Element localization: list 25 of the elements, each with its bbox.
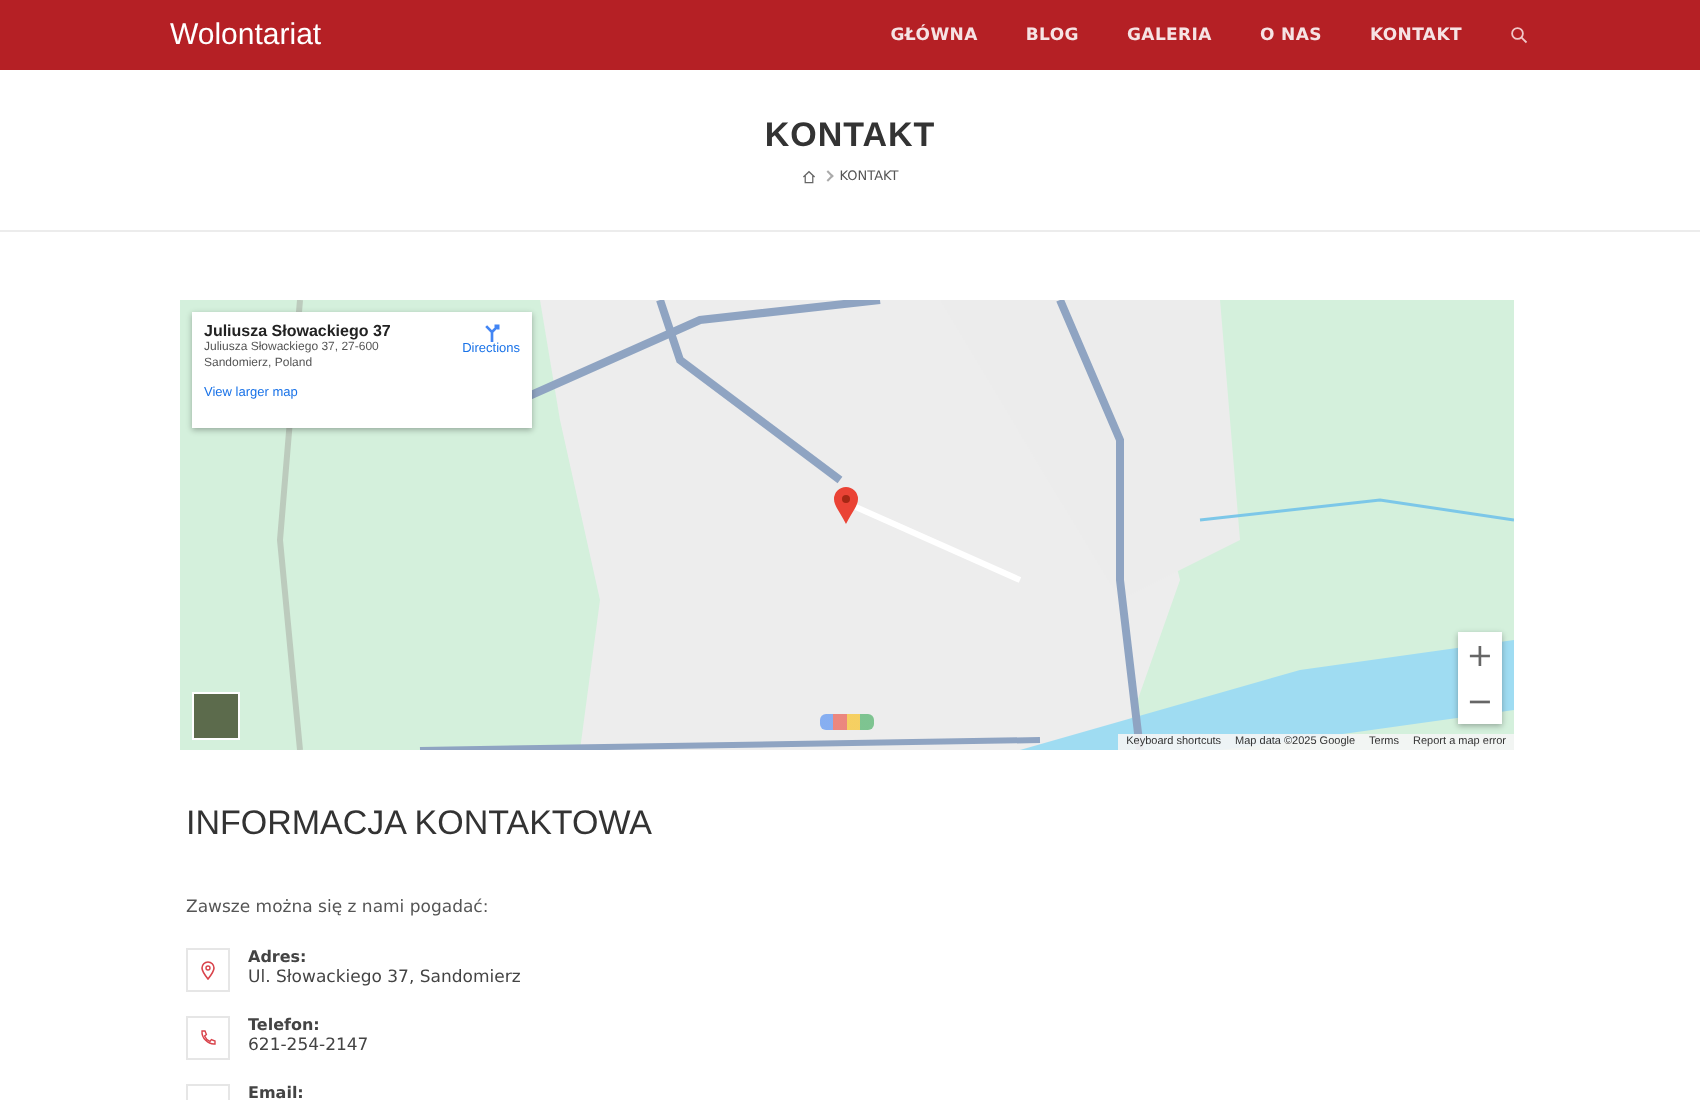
contact-value: Ul. Słowackiego 37, Sandomierz <box>248 968 521 988</box>
nav-link[interactable]: GŁÓWNA <box>890 25 978 45</box>
intro-text: Zawsze można się z nami pogadać: <box>186 898 491 918</box>
directions-icon <box>481 322 502 342</box>
phone-icon <box>198 1028 218 1048</box>
nav-link[interactable]: GALERIA <box>1126 25 1212 45</box>
contact-label: Telefon: <box>248 1016 322 1034</box>
zoom-out-button[interactable]: − <box>1458 678 1502 724</box>
page-title: KONTAKT <box>764 116 936 156</box>
contact-label: Adres: <box>248 948 309 966</box>
map-logo <box>820 714 874 730</box>
contact-label: Email: <box>248 1084 304 1100</box>
nav-link[interactable]: KONTAKT <box>1369 25 1462 45</box>
search-icon[interactable] <box>1510 26 1528 44</box>
section-heading: INFORMACJA KONTAKTOWA <box>186 804 654 844</box>
place-title: Juliusza Słowackiego 37 <box>204 322 391 340</box>
satellite-toggle[interactable] <box>192 692 240 740</box>
home-icon[interactable] <box>801 169 816 183</box>
map-pin-icon[interactable] <box>832 486 860 526</box>
nav-link[interactable]: O NAS <box>1259 25 1322 45</box>
zoom-in-button[interactable]: + <box>1458 632 1502 678</box>
nav-link[interactable]: BLOG <box>1025 25 1079 45</box>
contact-value: 621-254-2147 <box>248 1036 369 1056</box>
site-logo[interactable]: Wolontariat <box>170 18 322 52</box>
location-pin-icon <box>198 960 218 980</box>
